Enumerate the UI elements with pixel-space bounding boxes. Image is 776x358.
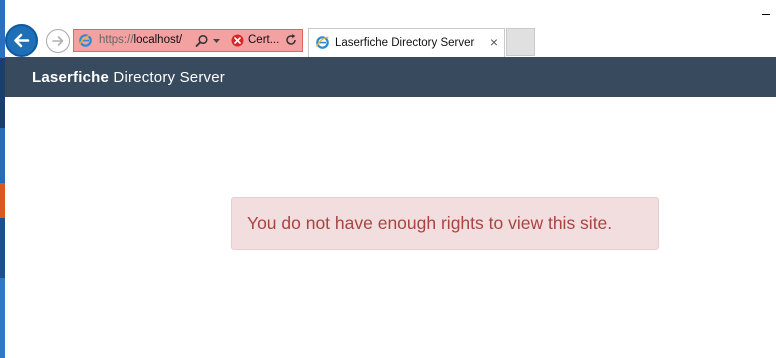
brand-product: Directory Server <box>109 69 225 86</box>
browser-toolbar: https://localhost/ Cert... Laserfiche Di… <box>5 24 776 57</box>
certificate-error-icon[interactable] <box>231 34 244 47</box>
address-bar[interactable]: https://localhost/ Cert... <box>73 29 303 52</box>
app-brand[interactable]: Laserfiche Directory Server <box>32 69 225 86</box>
url-text: https://localhost/ <box>99 34 182 46</box>
tab-laserfiche-directory-server[interactable]: Laserfiche Directory Server × <box>308 28 505 57</box>
forward-arrow-icon <box>52 36 64 46</box>
certificate-error-label[interactable]: Cert... <box>248 34 279 46</box>
chevron-down-icon[interactable] <box>213 39 220 43</box>
app-header: Laserfiche Directory Server <box>5 57 776 97</box>
back-button[interactable] <box>5 24 38 57</box>
alert-message: You do not have enough rights to view th… <box>247 213 613 233</box>
url-host: localhost/ <box>133 34 183 46</box>
ie-icon <box>78 34 92 47</box>
search-icon[interactable] <box>195 34 209 48</box>
forward-button[interactable] <box>46 29 70 53</box>
url-protocol: https:// <box>99 34 134 46</box>
back-arrow-icon <box>14 33 30 48</box>
browser-window: https://localhost/ Cert... Laserfiche Di… <box>5 0 776 358</box>
tab-title: Laserfiche Directory Server <box>335 37 475 49</box>
new-tab-button[interactable] <box>506 28 535 56</box>
close-icon[interactable]: × <box>490 34 498 50</box>
minimize-icon[interactable] <box>762 14 770 15</box>
error-alert: You do not have enough rights to view th… <box>231 197 659 250</box>
refresh-icon[interactable] <box>284 33 298 47</box>
brand-name: Laserfiche <box>32 69 110 86</box>
ie-icon <box>315 36 329 49</box>
